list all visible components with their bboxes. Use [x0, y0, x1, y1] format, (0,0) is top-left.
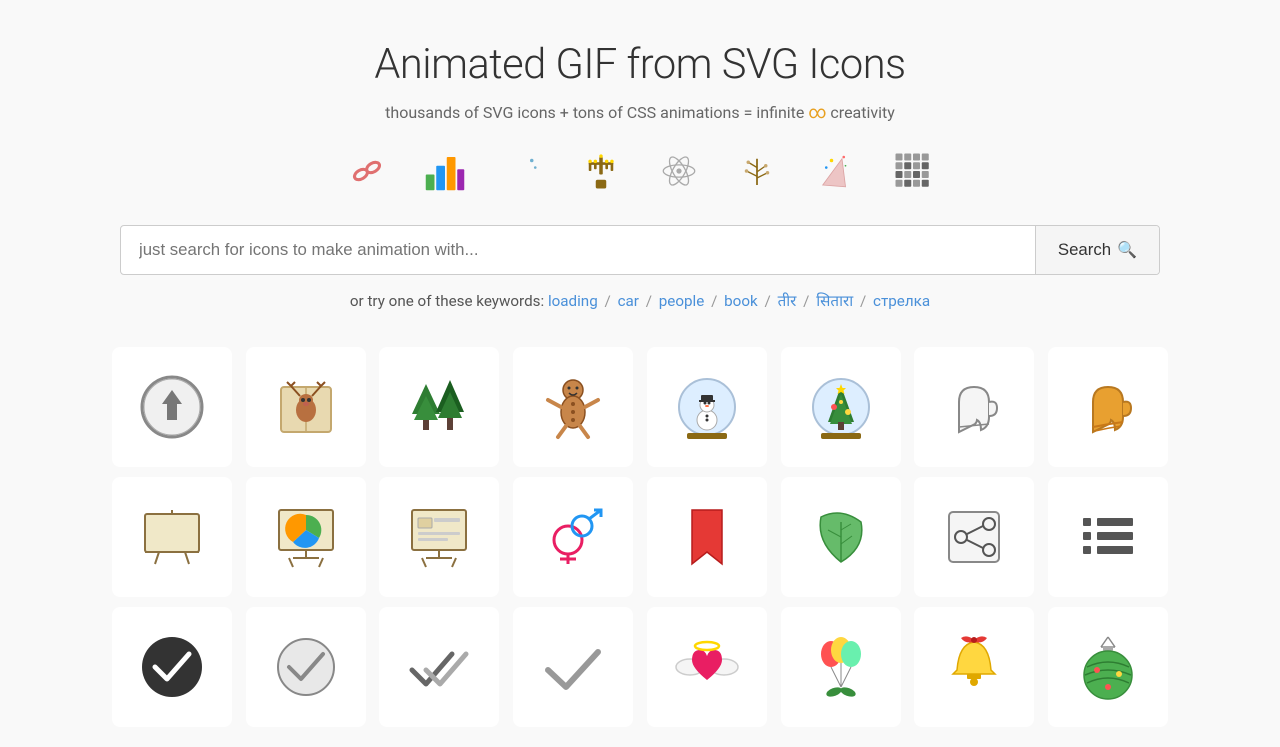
keyword-car[interactable]: car — [618, 292, 639, 310]
keyword-star-hindi[interactable]: सितारा — [816, 292, 853, 310]
icon-cell-check-dark-circle[interactable] — [112, 607, 232, 727]
search-icon: 🔍 — [1117, 240, 1137, 260]
search-button[interactable]: Search 🔍 — [1035, 226, 1159, 274]
icon-cell-check-circle-outline[interactable] — [246, 607, 366, 727]
preview-icon-chart[interactable] — [421, 147, 469, 195]
icon-cell-share[interactable] — [914, 477, 1034, 597]
icon-cell-bell-gift[interactable] — [914, 607, 1034, 727]
search-input[interactable] — [121, 226, 1035, 274]
icon-cell-check-gray[interactable] — [513, 607, 633, 727]
icon-cell-leaf[interactable] — [781, 477, 901, 597]
keyword-arrow-russian[interactable]: стрелка — [873, 292, 930, 310]
preview-icon-grid[interactable] — [889, 147, 937, 195]
icon-cell-presentation[interactable] — [379, 477, 499, 597]
icon-cell-pie-chart[interactable] — [246, 477, 366, 597]
icon-cell-mitten-orange[interactable] — [1048, 347, 1168, 467]
icon-cell-double-check[interactable] — [379, 607, 499, 727]
keyword-book[interactable]: book — [724, 292, 758, 310]
icon-cell-whiteboard[interactable] — [112, 477, 232, 597]
icon-cell-gingerbread[interactable] — [513, 347, 633, 467]
icon-cell-gender[interactable] — [513, 477, 633, 597]
keyword-people[interactable]: people — [659, 292, 705, 310]
preview-icon-menorah[interactable] — [577, 147, 625, 195]
infinity-icon: ∞ — [808, 103, 826, 123]
search-container: Search 🔍 — [20, 225, 1260, 275]
icon-cell-snow-globe[interactable] — [647, 347, 767, 467]
icon-cell-mitten-outline[interactable] — [914, 347, 1034, 467]
icons-grid-row1 — [110, 347, 1170, 467]
icons-grid-row2 — [110, 477, 1170, 597]
search-box: Search 🔍 — [120, 225, 1160, 275]
keywords-row: or try one of these keywords: loading / … — [20, 291, 1260, 311]
preview-icon-party[interactable] — [811, 147, 859, 195]
preview-icon-tree-bare[interactable] — [733, 147, 781, 195]
icon-cell-balloon-bouquet[interactable] — [781, 607, 901, 727]
preview-icon-link[interactable] — [343, 147, 391, 195]
preview-icon-moon[interactable] — [499, 147, 547, 195]
icon-cell-ornament-ball[interactable] — [1048, 607, 1168, 727]
icon-cell-list[interactable] — [1048, 477, 1168, 597]
keyword-arrow-hindi[interactable]: तीर — [778, 292, 797, 310]
page-title: Animated GIF from SVG Icons — [20, 40, 1260, 89]
preview-icons-strip — [20, 147, 1260, 195]
icon-cell-deer-card[interactable] — [246, 347, 366, 467]
icon-cell-trees[interactable] — [379, 347, 499, 467]
page-subtitle: thousands of SVG icons + tons of CSS ani… — [20, 103, 1260, 123]
icon-cell-bookmark[interactable] — [647, 477, 767, 597]
keyword-loading[interactable]: loading — [548, 292, 598, 310]
icon-cell-christmas-globe[interactable] — [781, 347, 901, 467]
preview-icon-atom[interactable] — [655, 147, 703, 195]
icon-cell-angel-heart[interactable] — [647, 607, 767, 727]
icon-cell-upload-circle[interactable] — [112, 347, 232, 467]
icons-grid-row3 — [110, 607, 1170, 727]
